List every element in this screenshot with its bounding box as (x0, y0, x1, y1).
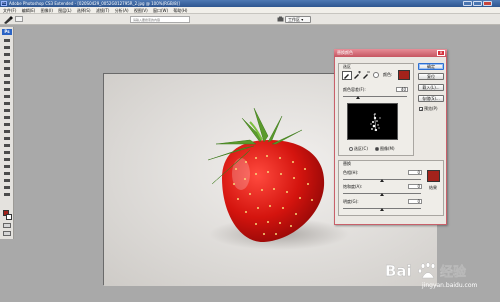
menu-help[interactable]: 帮助(H) (173, 7, 187, 14)
lightness-label: 明度(G): (343, 199, 359, 204)
save-button[interactable]: 存储(S)... (418, 95, 444, 102)
load-button[interactable]: 载入(L)... (418, 84, 444, 91)
saturation-label: 饱和度(A): (343, 184, 363, 189)
tool-preset-picker[interactable] (15, 16, 23, 22)
workspace-icon[interactable] (277, 16, 284, 23)
lightness-slider-thumb[interactable] (380, 208, 384, 211)
window-title: Adobe Photoshop CS3 Extended - [020S0429… (9, 1, 180, 6)
menu-view[interactable]: 视图(V) (134, 7, 148, 14)
watermark-url: jingyan.baidu.com (422, 282, 478, 289)
title-bar: Adobe Photoshop CS3 Extended - [020S0429… (0, 0, 500, 7)
close-icon[interactable]: ✕ (437, 50, 445, 56)
localized-clusters-checkbox[interactable] (373, 72, 379, 78)
screen-mode-icon[interactable] (3, 231, 11, 236)
saturation-slider-thumb[interactable] (380, 193, 384, 196)
menu-edit[interactable]: 编辑(E) (22, 7, 36, 14)
options-bar (0, 14, 500, 25)
selection-radio-label: 选区(C) (354, 146, 368, 151)
hue-label: 色相(H): (343, 170, 359, 175)
fuzziness-label: 颜色容差(F): (343, 87, 366, 92)
fuzziness-slider-track[interactable] (343, 96, 407, 97)
add-to-sample-icon[interactable] (353, 71, 361, 80)
lightness-value[interactable]: 0 (408, 199, 422, 204)
ok-button[interactable]: 确定 (418, 63, 444, 70)
background-color-swatch[interactable] (6, 214, 12, 220)
minimize-button[interactable] (463, 1, 472, 6)
subtract-from-sample-icon[interactable] (362, 71, 370, 80)
menu-bar: 文件(F) 编辑(E) 图像(I) 图层(L) 选择(S) 滤镜(T) 分析(A… (0, 7, 500, 14)
menu-analysis[interactable]: 分析(A) (115, 7, 129, 14)
menu-select[interactable]: 选择(S) (77, 7, 91, 14)
result-label: 结果 (429, 185, 437, 190)
fuzziness-slider-thumb[interactable] (356, 96, 360, 99)
image-radio-dot (376, 148, 378, 150)
close-button[interactable] (483, 1, 492, 6)
eyedropper-icon[interactable] (3, 16, 13, 24)
quick-mask-icon[interactable] (3, 223, 11, 228)
menu-file[interactable]: 文件(F) (3, 7, 16, 14)
menu-filter[interactable]: 滤镜(T) (96, 7, 110, 14)
reset-button[interactable]: 复位 (418, 73, 444, 80)
menu-image[interactable]: 图像(I) (41, 7, 53, 14)
menu-window[interactable]: 窗口(W) (153, 7, 168, 14)
workspace-button[interactable]: 工作区 ▾ (285, 16, 311, 23)
result-color-swatch[interactable] (427, 170, 440, 182)
selection-radio[interactable] (349, 147, 353, 151)
preview-checkbox[interactable]: ✓ (419, 107, 423, 112)
maximize-button[interactable] (473, 1, 482, 6)
baidu-jingyan-watermark: Bai 经验 (383, 262, 495, 280)
sample-color-swatch[interactable] (398, 70, 410, 80)
image-radio[interactable] (375, 147, 379, 151)
menu-layer[interactable]: 图层(L) (58, 7, 71, 14)
selection-mask-image (370, 113, 381, 132)
svg-text:经验: 经验 (440, 264, 467, 280)
sample-color-fill (399, 71, 409, 79)
replace-group-label: 替换 (343, 161, 351, 166)
selection-group-label: 选区 (343, 64, 351, 69)
hue-slider-thumb[interactable] (380, 179, 384, 182)
fuzziness-value[interactable]: 40 (396, 87, 408, 92)
image-radio-label: 图像(M) (380, 146, 395, 151)
ps-logo: Ps (2, 29, 12, 35)
preview-label: 预览(P) (424, 106, 438, 111)
hue-value[interactable]: 0 (408, 170, 422, 175)
svg-text:Bai: Bai (385, 262, 412, 280)
selection-preview[interactable] (347, 103, 398, 140)
saturation-value[interactable]: 0 (408, 184, 422, 189)
dialog-title: 替换颜色 (334, 49, 447, 57)
search-input[interactable] (130, 16, 190, 23)
color-label: 颜色: (383, 72, 393, 77)
baidu-logo: Bai 经验 (385, 262, 467, 280)
app-icon: Ps (1, 1, 7, 6)
tool-icons-column[interactable] (2, 37, 12, 207)
eyedropper-tool-icon[interactable] (342, 71, 352, 80)
